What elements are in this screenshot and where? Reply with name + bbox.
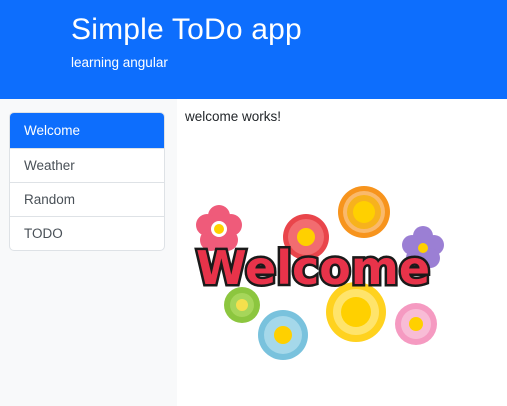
app-title: Simple ToDo app (71, 13, 302, 46)
main-content: welcome works! Welcome (177, 99, 507, 406)
app-subtitle: learning angular (71, 55, 168, 70)
sidebar-item-random[interactable]: Random (10, 182, 164, 216)
sidebar-item-weather[interactable]: Weather (10, 148, 164, 182)
sidebar-item-todo[interactable]: TODO (10, 216, 164, 250)
sidebar-nav: Welcome Weather Random TODO (9, 112, 165, 251)
flower-icon (395, 303, 437, 345)
flower-icon (258, 310, 308, 360)
sidebar-item-welcome[interactable]: Welcome (10, 113, 164, 148)
welcome-image: Welcome (193, 186, 444, 360)
app-header: Simple ToDo app learning angular (0, 0, 507, 99)
sidebar: Welcome Weather Random TODO (0, 99, 177, 406)
welcome-image-text: Welcome (196, 241, 430, 295)
flower-icon (338, 186, 390, 238)
welcome-message: welcome works! (185, 109, 282, 124)
